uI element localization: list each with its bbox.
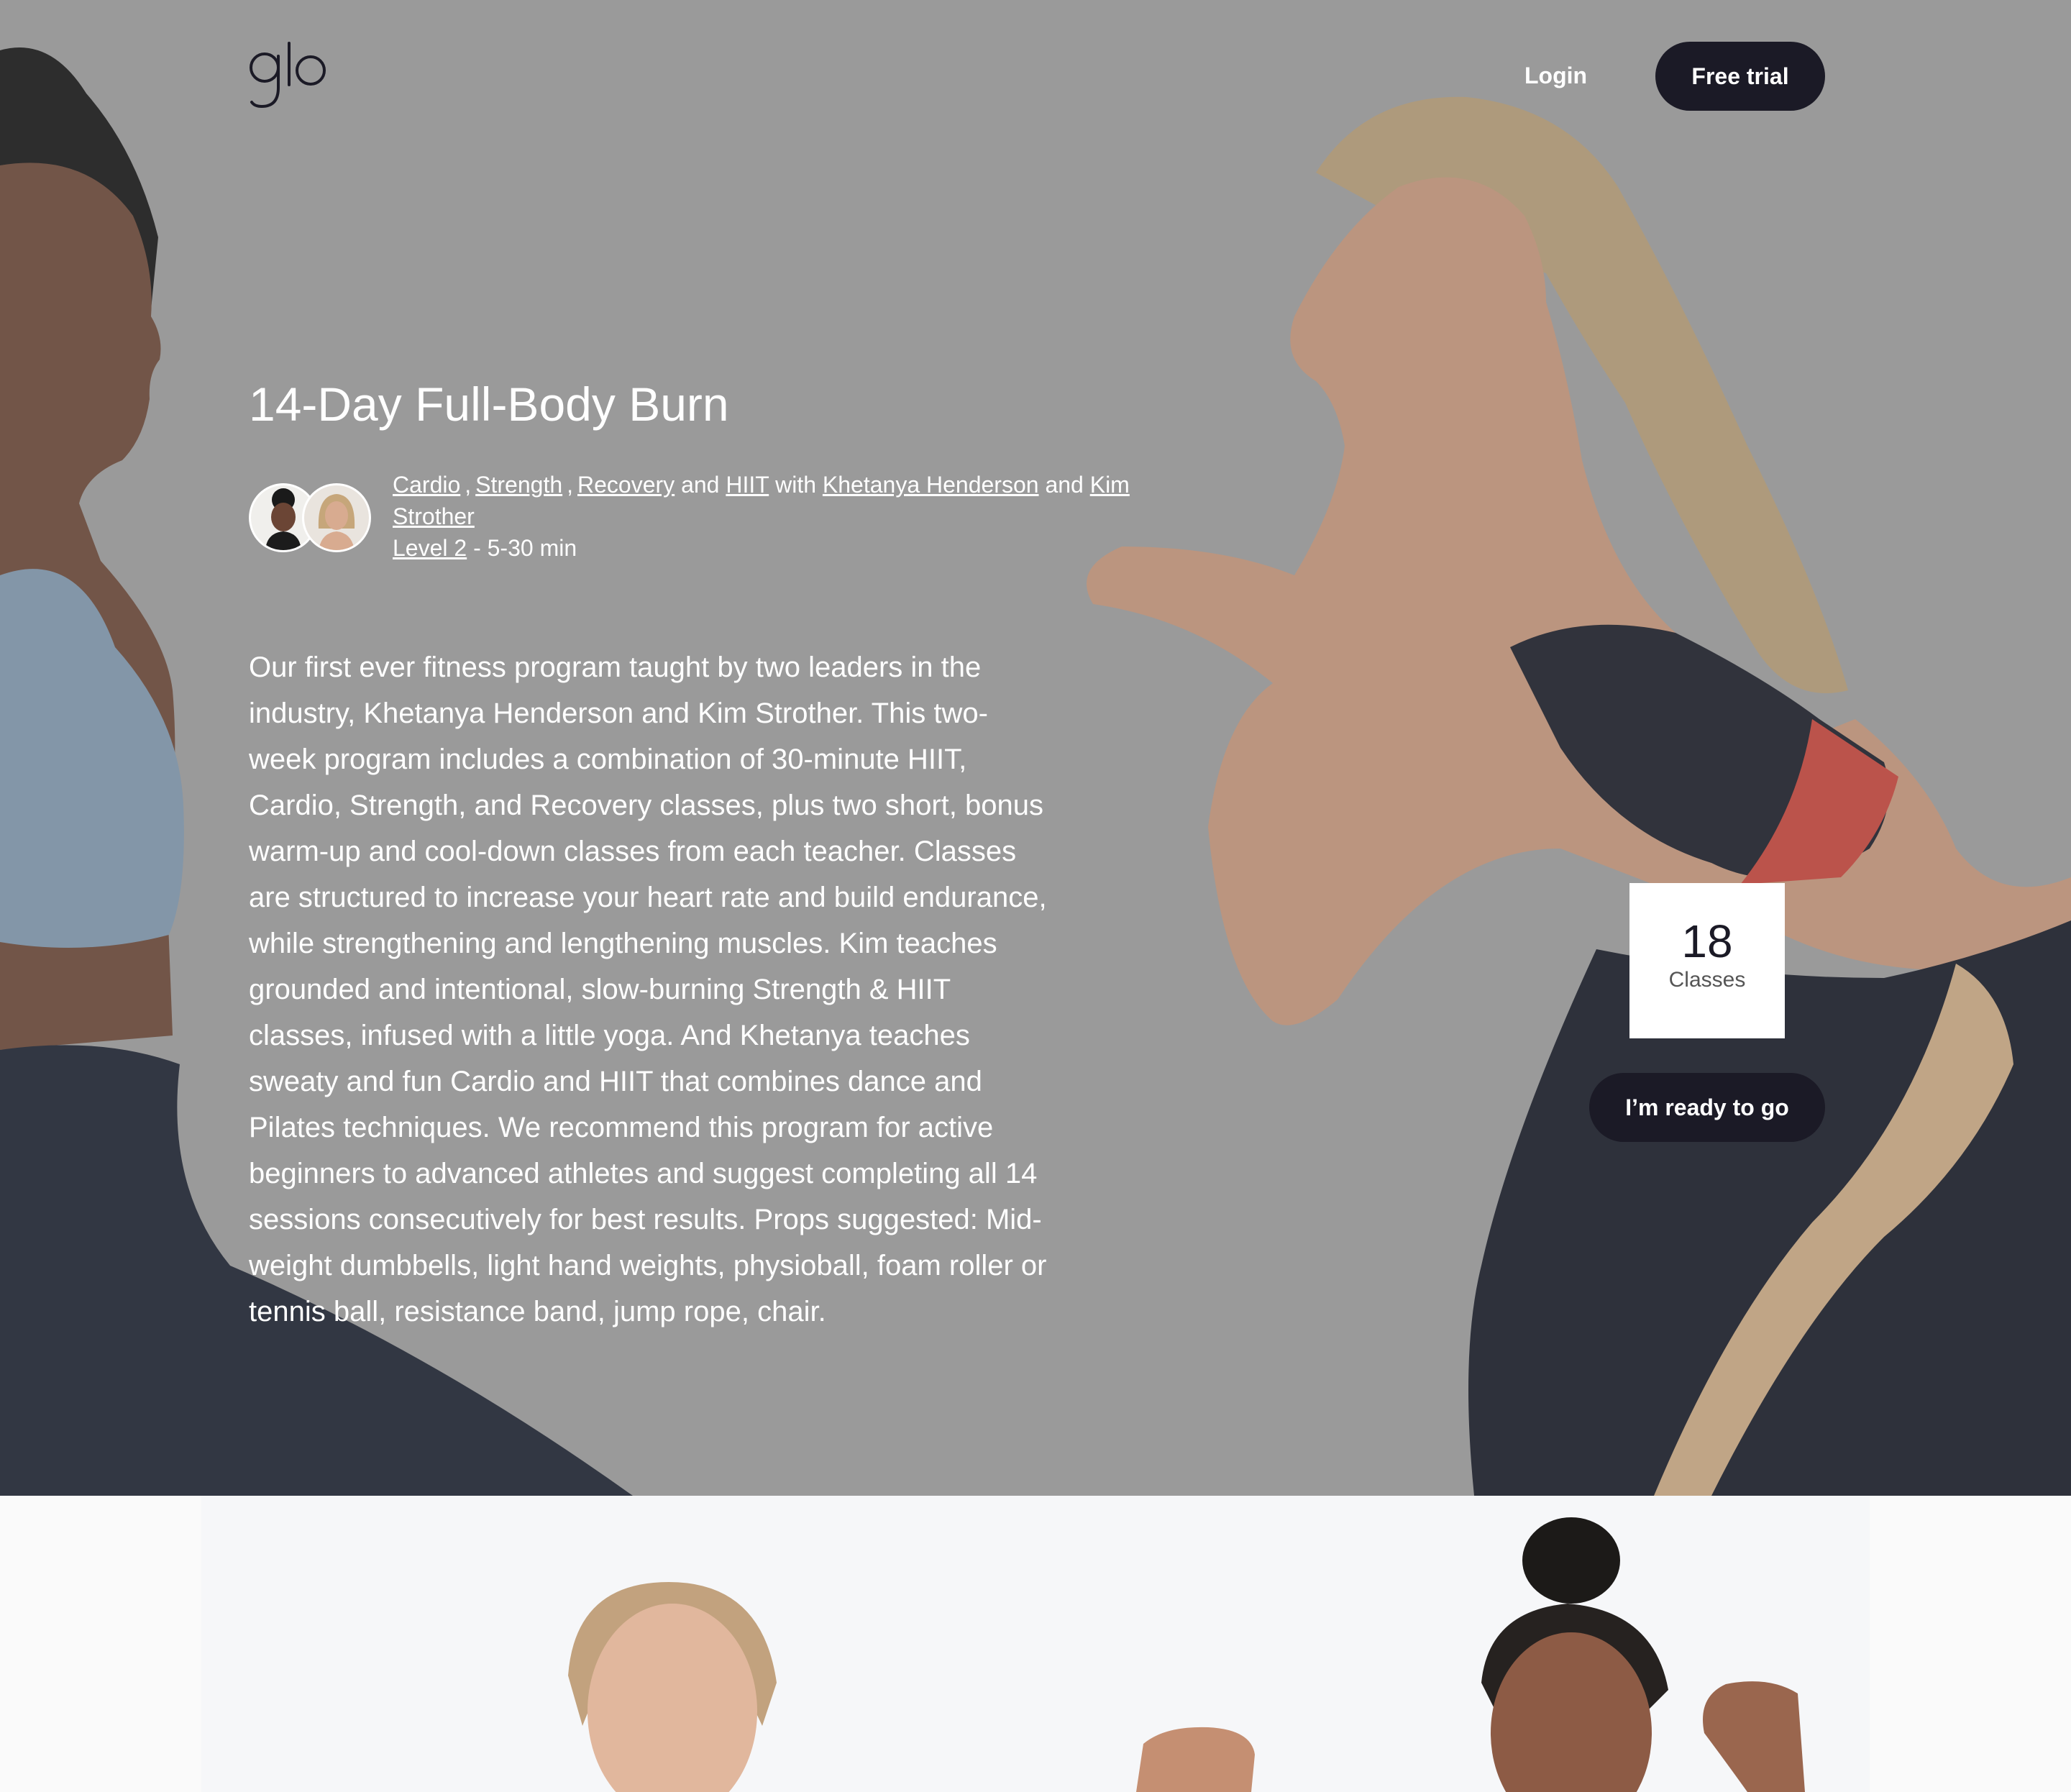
- meta-with-text: with: [775, 472, 816, 498]
- category-link-recovery[interactable]: Recovery: [577, 472, 675, 498]
- teachers-photo: [201, 1496, 1870, 1792]
- avatar-kim[interactable]: [302, 483, 371, 552]
- classes-count: 18: [1681, 915, 1733, 967]
- level-link[interactable]: Level 2: [393, 535, 467, 561]
- classes-count-card: 18 Classes: [1629, 883, 1785, 1038]
- free-trial-button[interactable]: Free trial: [1655, 42, 1825, 111]
- login-link[interactable]: Login: [1524, 58, 1587, 93]
- category-link-hiit[interactable]: HIIT: [726, 472, 769, 498]
- program-hero: glo Login Free trial 14-Day Full-Body Bu…: [0, 0, 2071, 1496]
- khetanya-hair-bun: [1522, 1517, 1620, 1604]
- duration-text: - 5-30 min: [473, 535, 577, 561]
- program-description: Our first ever fitness program taught by…: [249, 652, 1047, 1327]
- teacher-link-khetanya[interactable]: Khetanya Henderson: [823, 472, 1039, 498]
- category-link-cardio[interactable]: Cardio: [393, 472, 460, 498]
- meta-and-text: and: [681, 472, 720, 498]
- fist: [1136, 1727, 1255, 1792]
- meta-and-text: and: [1045, 472, 1084, 498]
- glo-logo[interactable]: glo: [249, 40, 328, 112]
- teacher-avatars: [249, 483, 372, 555]
- ready-to-go-button[interactable]: I’m ready to go: [1589, 1073, 1825, 1142]
- program-title: 14-Day Full-Body Burn: [249, 378, 729, 431]
- teachers-section: [0, 1496, 2071, 1792]
- classes-label: Classes: [1668, 968, 1746, 992]
- category-link-strength[interactable]: Strength: [475, 472, 562, 498]
- program-meta: Cardio, Strength, Recovery and HIIT with K…: [393, 472, 1130, 561]
